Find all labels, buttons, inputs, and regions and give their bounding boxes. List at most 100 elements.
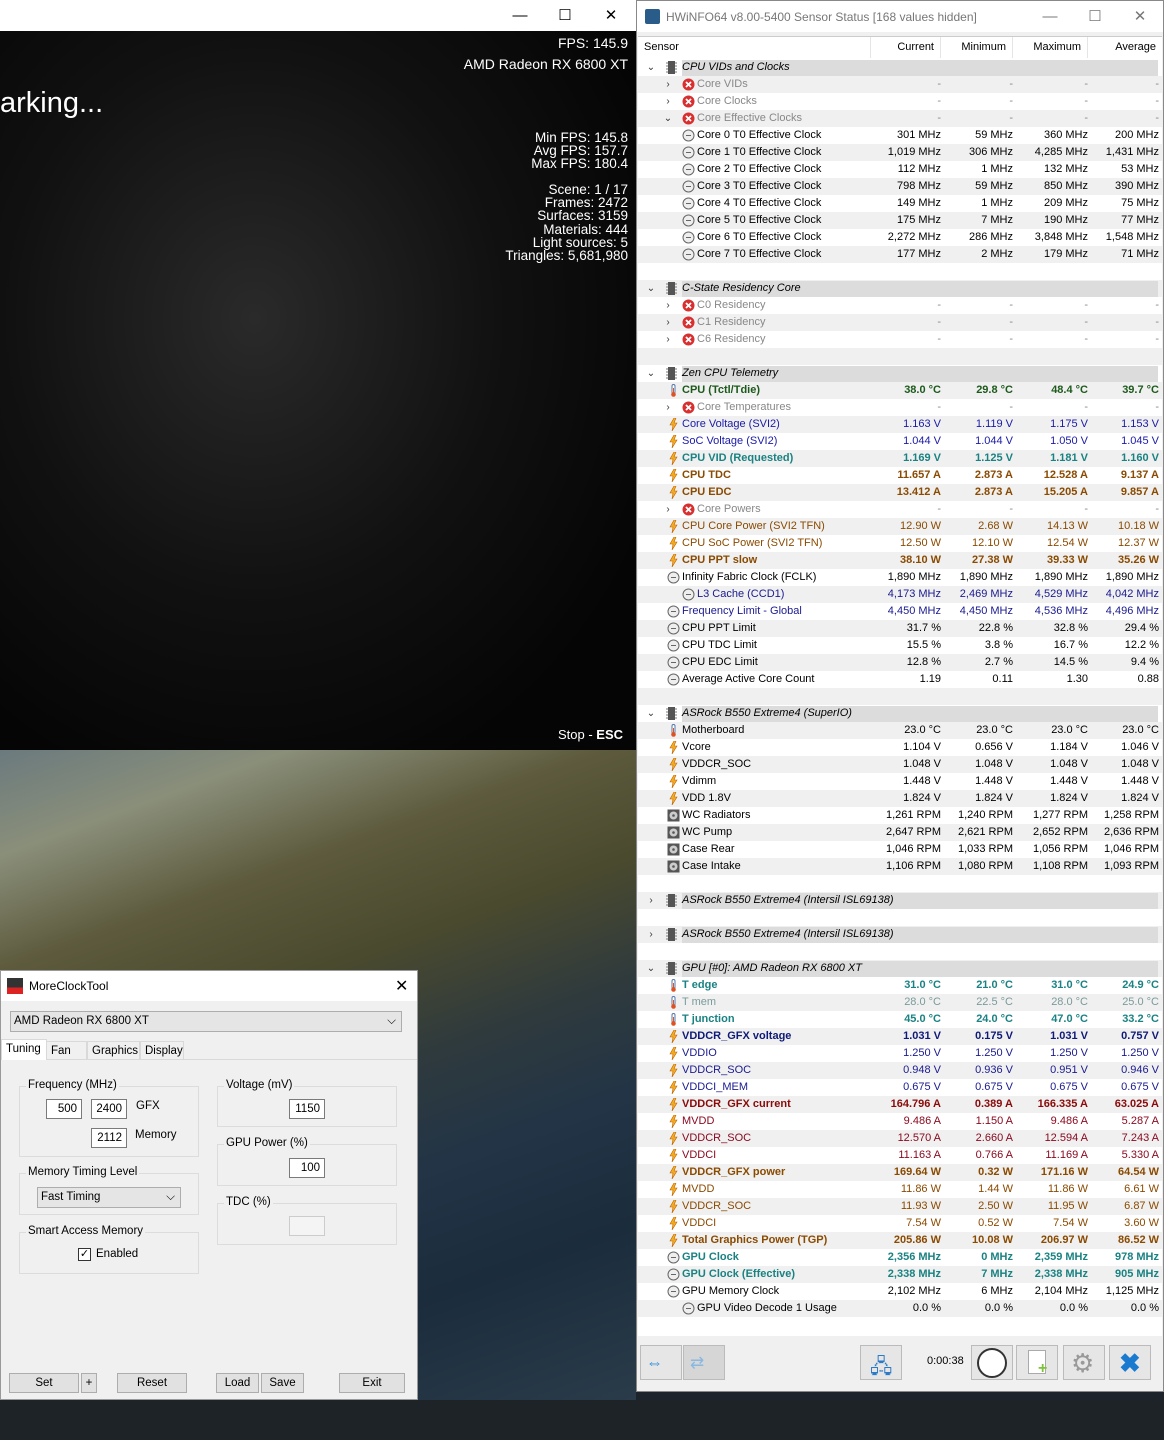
logging-button[interactable]: + [1016,1345,1058,1380]
chevron-right-icon[interactable]: › [646,892,656,909]
sensor-row[interactable]: VDDCR_SOC 12.570 A 2.660 A 12.594 A 7.243 A [638,1130,1162,1147]
sensor-row[interactable]: Average Active Core Count 1.19 0.11 1.30 0.8… [638,671,1162,688]
chevron-right-icon[interactable]: › [663,399,673,416]
chevron-right-icon[interactable]: › [663,331,673,348]
exit-button[interactable]: Exit [339,1373,405,1393]
close-button[interactable]: ✕ [395,976,408,996]
sensor-group[interactable]: ⌄ ASRock B550 Extreme4 (SuperIO) [638,705,1162,722]
chevron-right-icon[interactable]: › [663,297,673,314]
sensor-row[interactable]: CPU EDC Limit 12.8 % 2.7 % 14.5 % 9.4 % [638,654,1162,671]
sensor-row[interactable]: VDDIO 1.250 V 1.250 V 1.250 V 1.250 V [638,1045,1162,1062]
chevron-down-icon[interactable]: ⌄ [646,280,656,297]
sensor-row[interactable]: SoC Voltage (SVI2) 1.044 V 1.044 V 1.050 V 1… [638,433,1162,450]
network-button[interactable]: 🖧 [860,1345,902,1380]
sensor-row[interactable]: CPU (Tctl/Tdie) 38.0 °C 29.8 °C 48.4 °C 39.7… [638,382,1162,399]
sensor-group[interactable]: › ASRock B550 Extreme4 (Intersil ISL69138… [638,892,1162,909]
sensor-row[interactable]: GPU Clock (Effective) 2,338 MHz 7 MHz 2,338… [638,1266,1162,1283]
gfx-max-input[interactable]: 2400 [91,1099,127,1119]
collapse-button[interactable]: ⇄ [683,1345,725,1380]
sensor-row[interactable]: VDDCI 7.54 W 0.52 W 7.54 W 3.60 W [638,1215,1162,1232]
sensor-row[interactable]: › C0 Residency - - - - [638,297,1162,314]
sensor-row[interactable]: › C1 Residency - - - - [638,314,1162,331]
sensor-row[interactable]: CPU PPT Limit 31.7 % 22.8 % 32.8 % 29.4 % [638,620,1162,637]
sensor-row[interactable]: GPU Clock 2,356 MHz 0 MHz 2,359 MHz 978 MHz [638,1249,1162,1266]
sensor-row[interactable]: MVDD 9.486 A 1.150 A 9.486 A 5.287 A [638,1113,1162,1130]
sensor-row[interactable]: T junction 45.0 °C 24.0 °C 47.0 °C 33.2 °C [638,1011,1162,1028]
sensor-row[interactable]: VDDCR_GFX current 164.796 A 0.389 A 166.335… [638,1096,1162,1113]
sensor-row[interactable]: ⌄ Core Effective Clocks - - - - [638,110,1162,127]
sensor-row[interactable]: VDDCR_SOC 11.93 W 2.50 W 11.95 W 6.87 W [638,1198,1162,1215]
device-select[interactable]: AMD Radeon RX 6800 XT ⌵ [10,1011,402,1032]
sensor-row[interactable]: Core 7 T0 Effective Clock 177 MHz 2 MHz 179… [638,246,1162,263]
chevron-down-icon[interactable]: ⌄ [646,365,656,382]
sensor-row[interactable]: WC Radiators 1,261 RPM 1,240 RPM 1,277 RPM 1… [638,807,1162,824]
sensor-group[interactable]: ⌄ GPU [#0]: AMD Radeon RX 6800 XT [638,960,1162,977]
sensor-group[interactable]: ⌄ C-State Residency Core [638,280,1162,297]
memory-clock-input[interactable]: 2112 [91,1128,127,1148]
chevron-right-icon[interactable]: › [663,76,673,93]
sensor-row[interactable]: VDDCR_GFX voltage 1.031 V 0.175 V 1.031 V 0.… [638,1028,1162,1045]
chevron-right-icon[interactable]: › [663,501,673,518]
sensor-row[interactable]: L3 Cache (CCD1) 4,173 MHz 2,469 MHz 4,529 M… [638,586,1162,603]
settings-button[interactable]: ⚙ [1063,1345,1105,1380]
sensor-row[interactable]: Frequency Limit - Global 4,450 MHz 4,450 M… [638,603,1162,620]
tab-fan[interactable]: Fan [46,1041,87,1060]
sensor-row[interactable]: VDDCI_MEM 0.675 V 0.675 V 0.675 V 0.675 V [638,1079,1162,1096]
column-header-current[interactable]: Current [871,37,941,58]
sam-checkbox[interactable]: ✓ [78,1248,91,1261]
sensor-row[interactable]: Case Rear 1,046 RPM 1,033 RPM 1,056 RPM 1,04… [638,841,1162,858]
sensor-row[interactable]: › Core Temperatures - - - - [638,399,1162,416]
minimize-button[interactable]: — [497,0,543,31]
sensor-row[interactable]: CPU EDC 13.412 A 2.873 A 15.205 A 9.857 A [638,484,1162,501]
sensor-group[interactable]: ⌄ CPU VIDs and Clocks [638,59,1162,76]
sensor-row[interactable]: Motherboard 23.0 °C 23.0 °C 23.0 °C 23.0 °C [638,722,1162,739]
sensor-row[interactable]: CPU TDC 11.657 A 2.873 A 12.528 A 9.137 A [638,467,1162,484]
sensor-row[interactable]: Vdimm 1.448 V 1.448 V 1.448 V 1.448 V [638,773,1162,790]
chevron-right-icon[interactable]: › [663,93,673,110]
sensor-row[interactable]: VDDCR_GFX power 169.64 W 0.32 W 171.16 W 64.… [638,1164,1162,1181]
sensor-row[interactable]: Core 3 T0 Effective Clock 798 MHz 59 MHz 85… [638,178,1162,195]
sensor-list[interactable]: Sensor Current Minimum Maximum Average ⌄… [638,36,1162,1336]
set-button[interactable]: Set [9,1373,79,1393]
sensor-row[interactable]: Core 6 T0 Effective Clock 2,272 MHz 286 MH… [638,229,1162,246]
memory-timing-select[interactable]: Fast Timing ⌵ [37,1187,181,1208]
sensor-row[interactable]: Core 2 T0 Effective Clock 112 MHz 1 MHz 132… [638,161,1162,178]
close-button[interactable]: ✕ [588,0,634,31]
chevron-right-icon[interactable]: › [663,314,673,331]
sensor-row[interactable]: GPU Video Decode 1 Usage 0.0 % 0.0 % 0.0 % 0… [638,1300,1162,1317]
sensor-row[interactable]: › C6 Residency - - - - [638,331,1162,348]
sensor-row[interactable]: VDDCR_SOC 0.948 V 0.936 V 0.951 V 0.946 V [638,1062,1162,1079]
sensor-row[interactable]: Infinity Fabric Clock (FCLK) 1,890 MHz 1,8… [638,569,1162,586]
sensor-row[interactable]: Vcore 1.104 V 0.656 V 1.184 V 1.046 V [638,739,1162,756]
chevron-down-icon[interactable]: ⌄ [646,705,656,722]
expand-collapse-button[interactable]: ⇔ [640,1345,682,1380]
gfx-min-input[interactable]: 500 [46,1099,82,1119]
sensor-row[interactable]: › Core Clocks - - - - [638,93,1162,110]
sensor-row[interactable]: CPU Core Power (SVI2 TFN) 12.90 W 2.68 W 14… [638,518,1162,535]
sensor-row[interactable]: CPU SoC Power (SVI2 TFN) 12.50 W 12.10 W 12… [638,535,1162,552]
column-header-sensor[interactable]: Sensor [638,37,871,58]
exit-button[interactable]: ✖ [1109,1345,1151,1380]
sensor-row[interactable]: CPU TDC Limit 15.5 % 3.8 % 16.7 % 12.2 % [638,637,1162,654]
maximize-button[interactable]: ☐ [542,0,588,31]
sensor-group[interactable]: ⌄ Zen CPU Telemetry [638,365,1162,382]
sensor-row[interactable]: T edge 31.0 °C 21.0 °C 31.0 °C 24.9 °C [638,977,1162,994]
sensor-row[interactable]: Core 1 T0 Effective Clock 1,019 MHz 306 MH… [638,144,1162,161]
tdc-input[interactable] [289,1216,325,1236]
chevron-down-icon[interactable]: ⌄ [646,960,656,977]
minimize-button[interactable]: — [1027,1,1073,32]
chevron-down-icon[interactable]: ⌄ [663,110,673,127]
column-header-minimum[interactable]: Minimum [941,37,1013,58]
reset-button[interactable]: Reset [117,1373,187,1393]
sensor-row[interactable]: VDD 1.8V 1.824 V 1.824 V 1.824 V 1.824 V [638,790,1162,807]
tab-tuning[interactable]: Tuning [1,1039,47,1060]
save-button[interactable]: Save [261,1373,304,1393]
sensor-row[interactable]: Total Graphics Power (TGP) 205.86 W 10.08 … [638,1232,1162,1249]
sensor-row[interactable]: MVDD 11.86 W 1.44 W 11.86 W 6.61 W [638,1181,1162,1198]
load-button[interactable]: Load [216,1373,259,1393]
sensor-row[interactable]: WC Pump 2,647 RPM 2,621 RPM 2,652 RPM 2,636 … [638,824,1162,841]
gpu-power-input[interactable]: 100 [289,1158,325,1178]
chevron-right-icon[interactable]: › [646,926,656,943]
close-button[interactable]: ✕ [1117,1,1163,32]
tab-display[interactable]: Display [140,1041,184,1060]
